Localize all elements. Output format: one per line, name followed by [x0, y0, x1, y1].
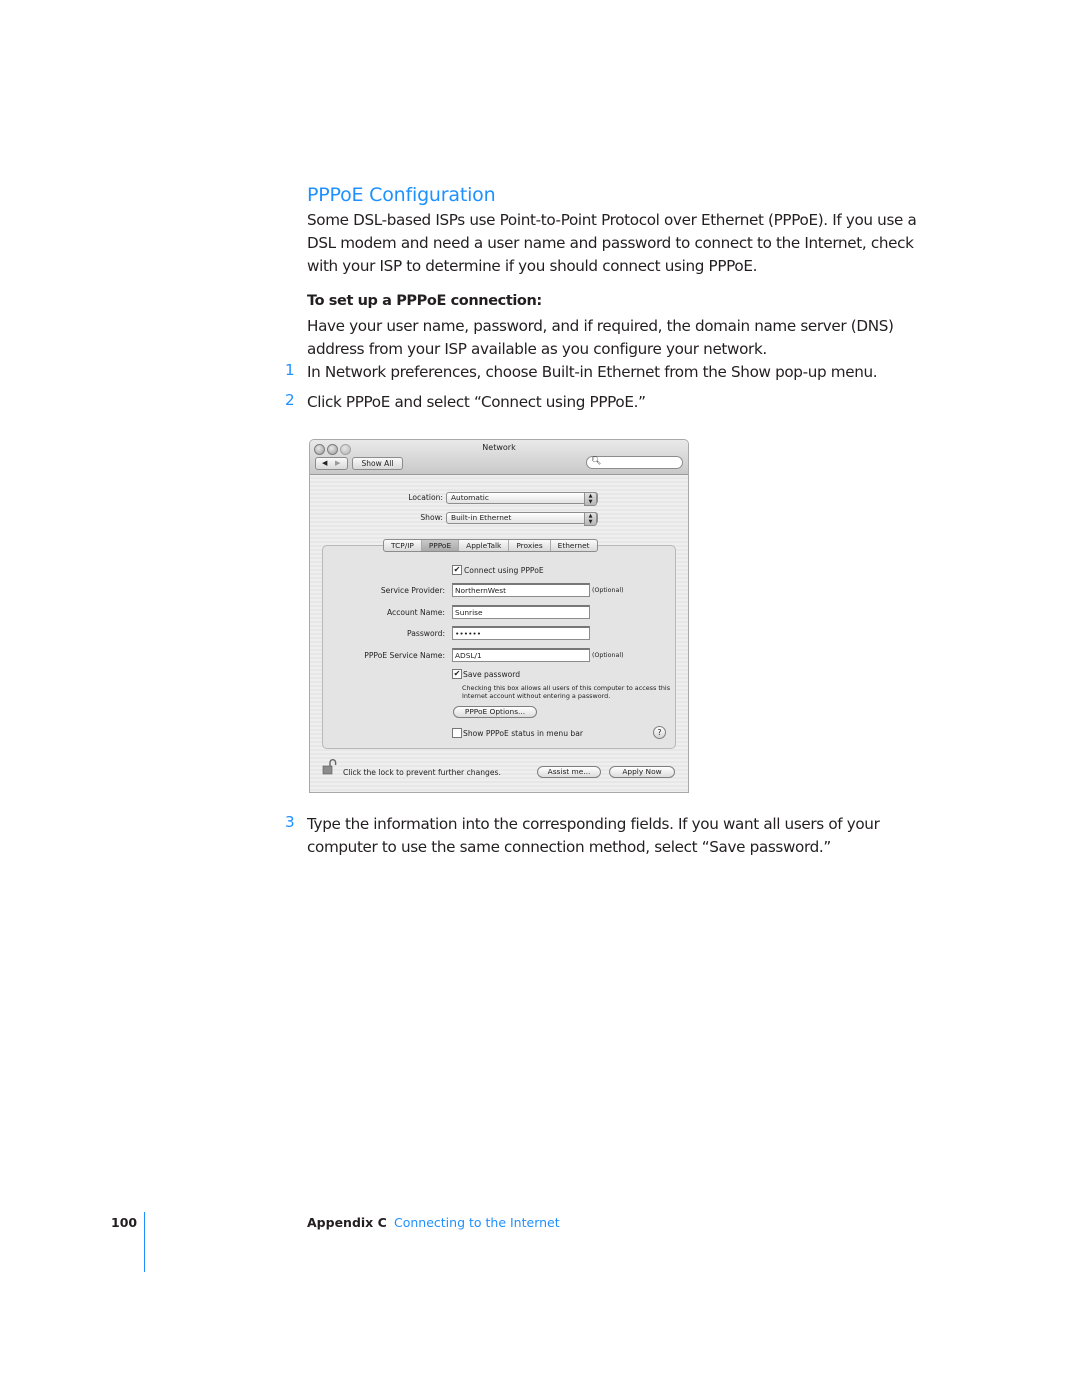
account-name-field[interactable]: Sunrise	[452, 605, 590, 619]
show-label: Show:	[420, 513, 443, 522]
account-name-label: Account Name:	[386, 608, 445, 617]
connect-pppoe-checkbox[interactable]: ✔	[452, 565, 462, 575]
save-password-label: Save password	[463, 670, 521, 679]
window-content: Location: Automatic ▲ ▼ Show: Built-in Et…	[310, 475, 688, 792]
search-icon: 🔍︎	[591, 456, 602, 465]
step-number: 3	[285, 813, 295, 831]
apply-now-button[interactable]: Apply Now	[609, 766, 675, 778]
procedure-heading: To set up a PPPoE connection:	[307, 293, 542, 309]
tab-bar: TCP/IP PPPoE AppleTalk Proxies Ethernet	[383, 539, 598, 552]
password-field[interactable]: ••••••	[452, 626, 590, 640]
connect-pppoe-label: Connect using PPPoE	[464, 566, 544, 575]
pppoe-service-name-label: PPPoE Service Name:	[364, 651, 445, 660]
window-titlebar: Network ◀ ▶ Show All 🔍︎	[310, 440, 688, 475]
page-number: 100	[111, 1215, 138, 1230]
popup-arrows-icon: ▲ ▼	[584, 492, 597, 506]
back-arrow-icon[interactable]: ◀	[322, 458, 327, 469]
show-all-button[interactable]: Show All	[352, 457, 403, 470]
pppoe-service-name-field[interactable]: ADSL/1	[452, 648, 590, 662]
step-text: In Network preferences, choose Built-in …	[307, 363, 878, 381]
show-status-checkbox[interactable]	[452, 728, 462, 738]
back-forward-buttons[interactable]: ◀ ▶	[315, 457, 348, 470]
location-value: Automatic	[451, 493, 489, 502]
footer-divider	[144, 1212, 145, 1272]
prerequisite-paragraph: Have your user name, password, and if re…	[307, 317, 894, 358]
network-preferences-window: Network ◀ ▶ Show All 🔍︎ Location: Automa…	[309, 439, 689, 793]
intro-paragraph: Some DSL-based ISPs use Point-to-Point P…	[307, 211, 917, 275]
save-password-checkbox[interactable]: ✔	[452, 669, 462, 679]
service-provider-label: Service Provider:	[380, 586, 445, 595]
tab-proxies[interactable]: Proxies	[509, 540, 551, 551]
tab-ethernet[interactable]: Ethernet	[551, 540, 597, 551]
assist-me-button[interactable]: Assist me...	[537, 766, 601, 778]
tab-pppoe[interactable]: PPPoE	[421, 540, 460, 551]
service-provider-field[interactable]: NorthernWest	[452, 583, 590, 597]
step-number: 2	[285, 391, 295, 409]
password-label: Password:	[406, 629, 445, 638]
show-status-label: Show PPPoE status in menu bar	[463, 729, 584, 738]
search-field[interactable]: 🔍︎	[586, 456, 683, 469]
step-text: Click PPPoE and select “Connect using PP…	[307, 393, 646, 411]
lock-message: Click the lock to prevent further change…	[343, 768, 501, 777]
location-popup[interactable]: Automatic ▲ ▼	[446, 492, 598, 506]
step-text: Type the information into the correspond…	[307, 815, 880, 856]
show-value: Built-in Ethernet	[451, 513, 512, 522]
tab-tcpip[interactable]: TCP/IP	[384, 540, 422, 551]
lock-icon[interactable]	[322, 759, 338, 775]
optional-hint: (Optional)	[592, 652, 624, 659]
window-title: Network	[482, 443, 516, 452]
settings-group-box	[322, 545, 676, 749]
pppoe-options-button[interactable]: PPPoE Options...	[453, 706, 537, 718]
show-popup[interactable]: Built-in Ethernet ▲ ▼	[446, 512, 598, 526]
footer-chapter-link[interactable]: Connecting to the Internet	[394, 1215, 560, 1230]
forward-arrow-icon[interactable]: ▶	[335, 458, 340, 469]
step-number: 1	[285, 361, 295, 379]
optional-hint: (Optional)	[592, 587, 624, 594]
footer-appendix: Appendix C	[307, 1215, 387, 1230]
save-password-note: Checking this box allows all users of th…	[462, 684, 671, 700]
help-button[interactable]: ?	[653, 726, 666, 739]
tab-appletalk[interactable]: AppleTalk	[459, 540, 510, 551]
section-heading: PPPoE Configuration	[307, 184, 496, 206]
popup-arrows-icon: ▲ ▼	[584, 512, 597, 526]
location-label: Location:	[408, 493, 443, 502]
